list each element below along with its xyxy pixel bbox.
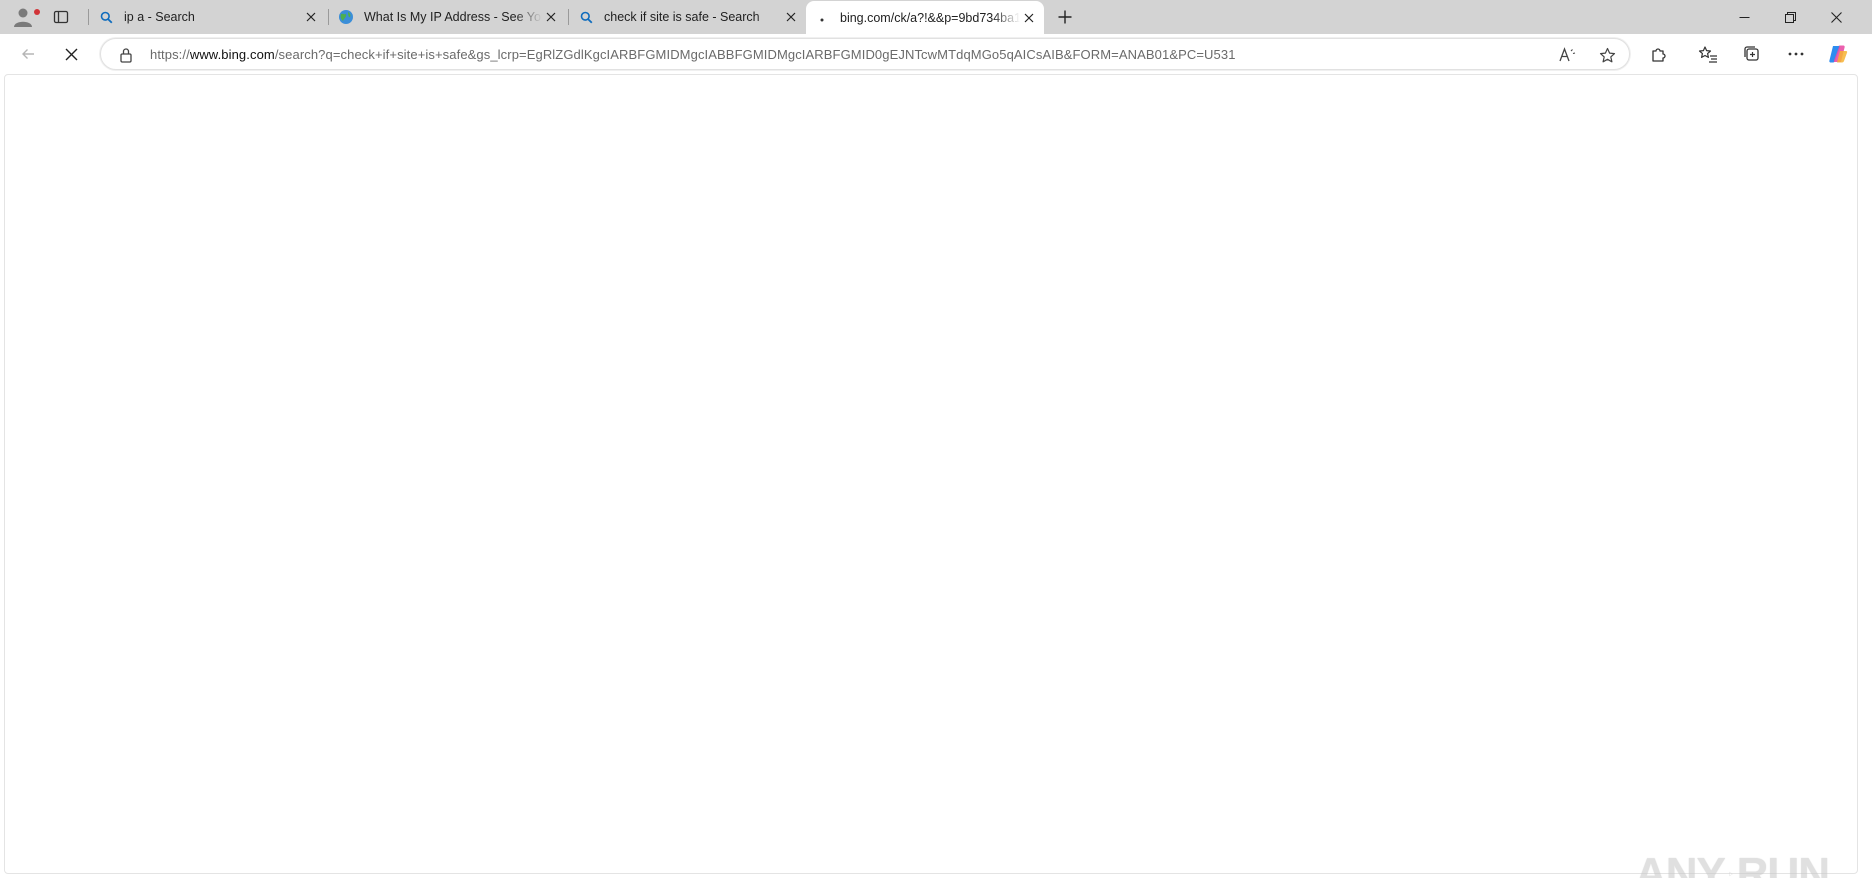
back-button[interactable] bbox=[13, 39, 43, 69]
profile-button[interactable] bbox=[8, 4, 40, 30]
bing-search-icon bbox=[98, 9, 114, 25]
collections-icon bbox=[1744, 46, 1759, 61]
tab-title: check if site is safe - Search bbox=[604, 10, 760, 24]
anyrun-watermark: ANY RUN bbox=[1635, 839, 1830, 878]
lock-icon[interactable] bbox=[117, 46, 135, 64]
url-path: /search?q=check+if+site+is+safe&gs_lcrp=… bbox=[274, 47, 1236, 62]
stop-loading-button[interactable] bbox=[56, 39, 86, 69]
tab-check-if-site-is-safe[interactable]: check if site is safe - Search bbox=[570, 0, 806, 34]
close-tab-icon[interactable] bbox=[782, 8, 800, 26]
profile-avatar-icon bbox=[14, 8, 32, 27]
bing-search-icon bbox=[578, 9, 594, 25]
stop-x-icon bbox=[65, 48, 77, 60]
watermark-text-right: RUN bbox=[1736, 849, 1830, 878]
tab-actions-icon bbox=[53, 10, 69, 24]
collections-button[interactable] bbox=[1739, 41, 1765, 67]
tab-separator bbox=[328, 9, 329, 25]
tab-what-is-my-ip[interactable]: What Is My IP Address - See Your Public … bbox=[330, 0, 566, 34]
plus-icon bbox=[1058, 10, 1072, 24]
favorites-button[interactable] bbox=[1695, 41, 1721, 67]
play-icon bbox=[1729, 871, 1733, 877]
minimize-icon bbox=[1739, 16, 1749, 18]
close-tab-icon[interactable] bbox=[542, 8, 560, 26]
tab-title: What Is My IP Address - See Your Public … bbox=[364, 10, 542, 24]
copilot-icon bbox=[1829, 45, 1848, 63]
tab-title: bing.com/ck/a?!&&p=9bd734ba1 bbox=[840, 10, 1020, 25]
profile-notification-badge bbox=[34, 9, 40, 15]
back-arrow-icon bbox=[22, 49, 34, 59]
address-bar[interactable]: https://www.bing.com/search?q=check+if+s… bbox=[100, 38, 1630, 70]
minimize-button[interactable] bbox=[1722, 0, 1766, 34]
favorites-list-icon bbox=[1698, 46, 1717, 63]
puzzle-icon bbox=[1652, 48, 1666, 62]
tab-separator bbox=[568, 9, 569, 25]
url-scheme: https:// bbox=[150, 47, 190, 62]
tab-actions-button[interactable] bbox=[50, 6, 72, 28]
close-tab-icon[interactable] bbox=[302, 8, 320, 26]
copilot-button[interactable] bbox=[1825, 41, 1851, 67]
tab-separator bbox=[88, 9, 89, 25]
favorite-star-icon[interactable] bbox=[1595, 44, 1619, 66]
close-tab-icon[interactable] bbox=[1020, 9, 1038, 27]
restore-icon bbox=[1784, 11, 1796, 23]
extensions-button[interactable] bbox=[1646, 41, 1672, 67]
close-window-button[interactable] bbox=[1814, 0, 1858, 34]
tab-title: ip a - Search bbox=[124, 10, 195, 24]
more-dots-icon bbox=[1788, 52, 1804, 56]
settings-more-button[interactable] bbox=[1783, 41, 1809, 67]
url-host: www.bing.com bbox=[189, 47, 275, 62]
close-icon bbox=[1830, 11, 1842, 23]
watermark-text-left: ANY bbox=[1635, 849, 1726, 878]
read-aloud-icon[interactable] bbox=[1555, 44, 1579, 66]
loading-dot-icon bbox=[814, 10, 830, 26]
restore-button[interactable] bbox=[1768, 0, 1812, 34]
tab-ip-a-search[interactable]: ip a - Search bbox=[90, 0, 326, 34]
globe-icon bbox=[338, 9, 354, 25]
navigation-toolbar: https://www.bing.com/search?q=check+if+s… bbox=[0, 34, 1872, 74]
page-content-area: ANY RUN bbox=[4, 74, 1858, 878]
tab-strip: ip a - Search What Is My IP Address - Se… bbox=[0, 0, 1872, 34]
url-text[interactable]: https://www.bing.com/search?q=check+if+s… bbox=[150, 47, 1236, 62]
new-tab-button[interactable] bbox=[1054, 6, 1076, 28]
tab-bing-ck-active[interactable]: bing.com/ck/a?!&&p=9bd734ba1 bbox=[806, 1, 1044, 34]
